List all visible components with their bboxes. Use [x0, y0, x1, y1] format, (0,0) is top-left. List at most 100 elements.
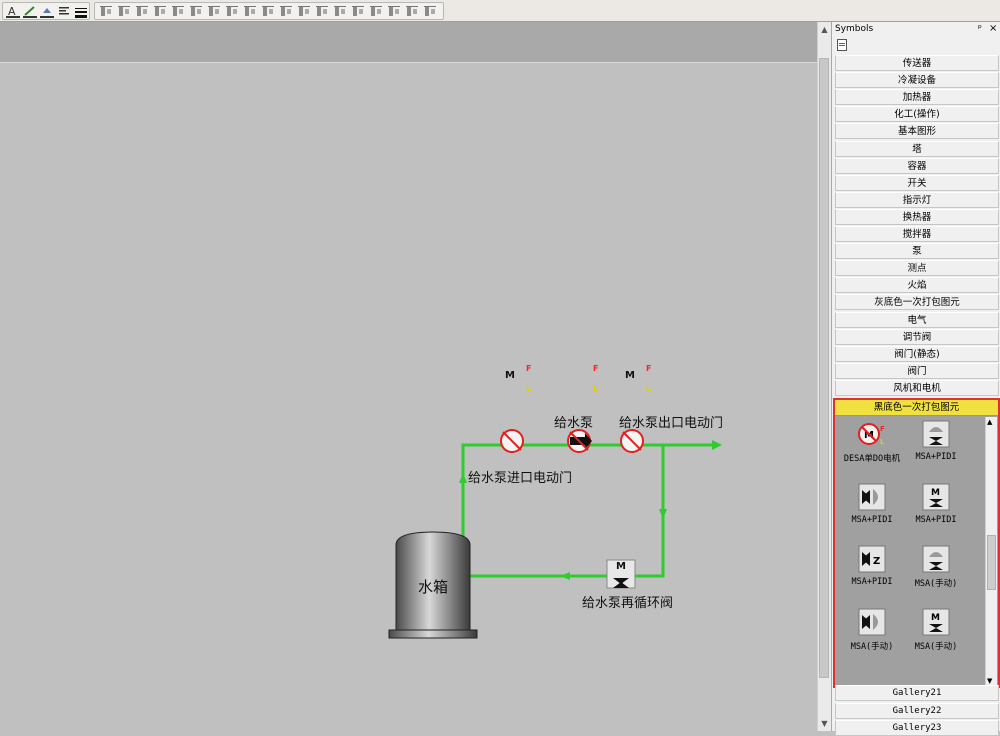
- align-text-icon[interactable]: [56, 4, 72, 19]
- rotate-free-icon[interactable]: [422, 4, 438, 19]
- category-item[interactable]: 阀门: [835, 362, 999, 379]
- symbol-item[interactable]: MSA+PIDI: [901, 420, 971, 474]
- expanded-category-header[interactable]: 黑底色一次打包图元: [835, 400, 998, 416]
- category-item[interactable]: 冷凝设备: [835, 72, 999, 89]
- gallery-item[interactable]: Gallery21: [835, 685, 999, 701]
- outlet-valve-badge-l: L: [646, 384, 652, 393]
- svg-text:M: M: [931, 613, 940, 623]
- feed-pump-symbol[interactable]: [567, 429, 592, 453]
- side-valve-icon: [858, 608, 886, 636]
- recirc-valve-motor-letter: M: [616, 561, 626, 572]
- symbol-grid-scrollbar[interactable]: ▲ ▼: [985, 417, 997, 686]
- motor-valve-icon: M: [922, 483, 950, 511]
- gallery-item[interactable]: Gallery22: [835, 702, 999, 719]
- line-weight-icon[interactable]: [73, 4, 89, 19]
- gallery-item[interactable]: Gallery23: [835, 720, 999, 736]
- inlet-valve-motor-letter: M: [505, 370, 515, 381]
- category-item[interactable]: 开关: [835, 174, 999, 191]
- category-item[interactable]: 指示灯: [835, 191, 999, 208]
- symbol-item[interactable]: MSA+PIDI: [837, 483, 907, 537]
- category-item[interactable]: 阀门(静态): [835, 345, 999, 362]
- outlet-valve-motor-letter: M: [625, 370, 635, 381]
- outlet-valve-label: 给水泵出口电动门: [619, 416, 724, 431]
- text-style-icon[interactable]: A: [5, 4, 21, 19]
- rotate-left-icon[interactable]: [386, 4, 402, 19]
- category-item[interactable]: 泵: [835, 243, 999, 260]
- svg-text:M: M: [931, 488, 940, 498]
- symbol-item[interactable]: M MSA+PIDI: [901, 483, 971, 537]
- format-toolbar-group: A: [2, 2, 90, 20]
- pump-badge-l: L: [593, 384, 599, 393]
- grid-scroll-thumb[interactable]: [987, 535, 996, 590]
- send-back-icon[interactable]: [332, 4, 348, 19]
- category-item[interactable]: 电气: [835, 311, 999, 328]
- symbol-item[interactable]: MSA(手动): [901, 545, 971, 599]
- align-right-icon[interactable]: [188, 4, 204, 19]
- symbol-label: MSA(手动): [914, 579, 958, 589]
- pin-icon[interactable]: ᵖ: [978, 24, 982, 34]
- symbol-item[interactable]: M MSA(手动): [901, 608, 971, 662]
- pump-label: 给水泵: [554, 416, 594, 431]
- category-item[interactable]: 换热器: [835, 208, 999, 225]
- grid-scroll-down-icon[interactable]: ▼: [987, 677, 992, 685]
- svg-text:Z: Z: [873, 556, 880, 567]
- distribute-h-icon[interactable]: [278, 4, 294, 19]
- canvas-vertical-scrollbar[interactable]: ▲ ▼: [817, 22, 831, 731]
- align-left-icon[interactable]: [134, 4, 150, 19]
- symbol-label: MSA+PIDI: [915, 452, 957, 462]
- toolbar: A: [0, 0, 1000, 22]
- align-center-h-icon[interactable]: [170, 4, 186, 19]
- inlet-motor-valve-symbol[interactable]: [500, 429, 524, 453]
- symbol-item[interactable]: MSA(手动): [837, 608, 907, 662]
- category-item[interactable]: 容器: [835, 157, 999, 174]
- category-item[interactable]: 火焰: [835, 277, 999, 294]
- bring-front-icon[interactable]: [314, 4, 330, 19]
- symbol-label: MSA+PIDI: [851, 514, 893, 525]
- align-top-icon[interactable]: [152, 4, 168, 19]
- category-item[interactable]: 搅拌器: [835, 226, 999, 242]
- category-item[interactable]: 化工(操作): [835, 106, 999, 123]
- rotate-right-icon[interactable]: [404, 4, 420, 19]
- same-width-icon[interactable]: [242, 4, 258, 19]
- arrange-toolbar-group: [94, 2, 444, 20]
- category-item[interactable]: 传送器: [835, 55, 999, 71]
- symbols-panel: Symbols ᵖ × 传送器 冷凝设备 加热器 化工(操作) 基本图形塔容器 开关 指示灯…: [831, 22, 1000, 736]
- group-icon[interactable]: [98, 4, 114, 19]
- scroll-up-icon[interactable]: ▲: [820, 25, 829, 34]
- close-icon[interactable]: ×: [989, 23, 997, 34]
- ungroup-icon[interactable]: [116, 4, 132, 19]
- grid-scroll-up-icon[interactable]: ▲: [987, 418, 992, 426]
- same-height-icon[interactable]: [260, 4, 276, 19]
- flow-arrow-left: [560, 572, 570, 580]
- category-item[interactable]: 测点: [835, 260, 999, 277]
- symbol-item[interactable]: M F L DESA单DO电机: [837, 420, 907, 474]
- line-color-icon[interactable]: [22, 4, 38, 19]
- outlet-motor-valve-symbol[interactable]: [620, 429, 644, 453]
- flow-arrow-up: [459, 473, 467, 483]
- distribute-v-icon[interactable]: [296, 4, 312, 19]
- flow-arrow-down: [659, 509, 667, 519]
- category-item[interactable]: 调节阀: [835, 328, 999, 345]
- category-item[interactable]: 基本图形: [835, 123, 999, 140]
- pump-badge-f: F: [593, 364, 599, 373]
- category-item[interactable]: 塔: [835, 140, 999, 157]
- symbol-label: MSA(手动): [914, 641, 958, 652]
- canvas-scroll-thumb[interactable]: [819, 58, 829, 678]
- category-item[interactable]: 灰底色一次打包图元: [835, 294, 999, 311]
- new-library-icon[interactable]: [837, 39, 847, 51]
- category-item[interactable]: 加热器: [835, 89, 999, 106]
- scroll-down-icon[interactable]: ▼: [820, 719, 829, 728]
- align-center-v-icon[interactable]: [224, 4, 240, 19]
- flip-v-icon[interactable]: [368, 4, 384, 19]
- flip-h-icon[interactable]: [350, 4, 366, 19]
- align-bottom-icon[interactable]: [206, 4, 222, 19]
- fill-color-icon[interactable]: [39, 4, 55, 19]
- symbol-item[interactable]: Z MSA+PIDI: [837, 545, 907, 599]
- symbol-label: MSA+PIDI: [915, 514, 957, 525]
- svg-text:L: L: [880, 438, 885, 446]
- motor-no-icon: MFL: [858, 420, 886, 448]
- inlet-valve-badge-f: F: [526, 364, 532, 373]
- expanded-category-highlight: 黑底色一次打包图元 M F L DESA单DO电机 MSA+PIDI MSA+PIDI M M…: [833, 398, 1000, 688]
- category-item[interactable]: 风机和电机: [835, 379, 999, 396]
- drawing-canvas[interactable]: M F L F L M F L M 给水泵 给水泵出口电动门 给水泵进口电动门 …: [0, 63, 817, 731]
